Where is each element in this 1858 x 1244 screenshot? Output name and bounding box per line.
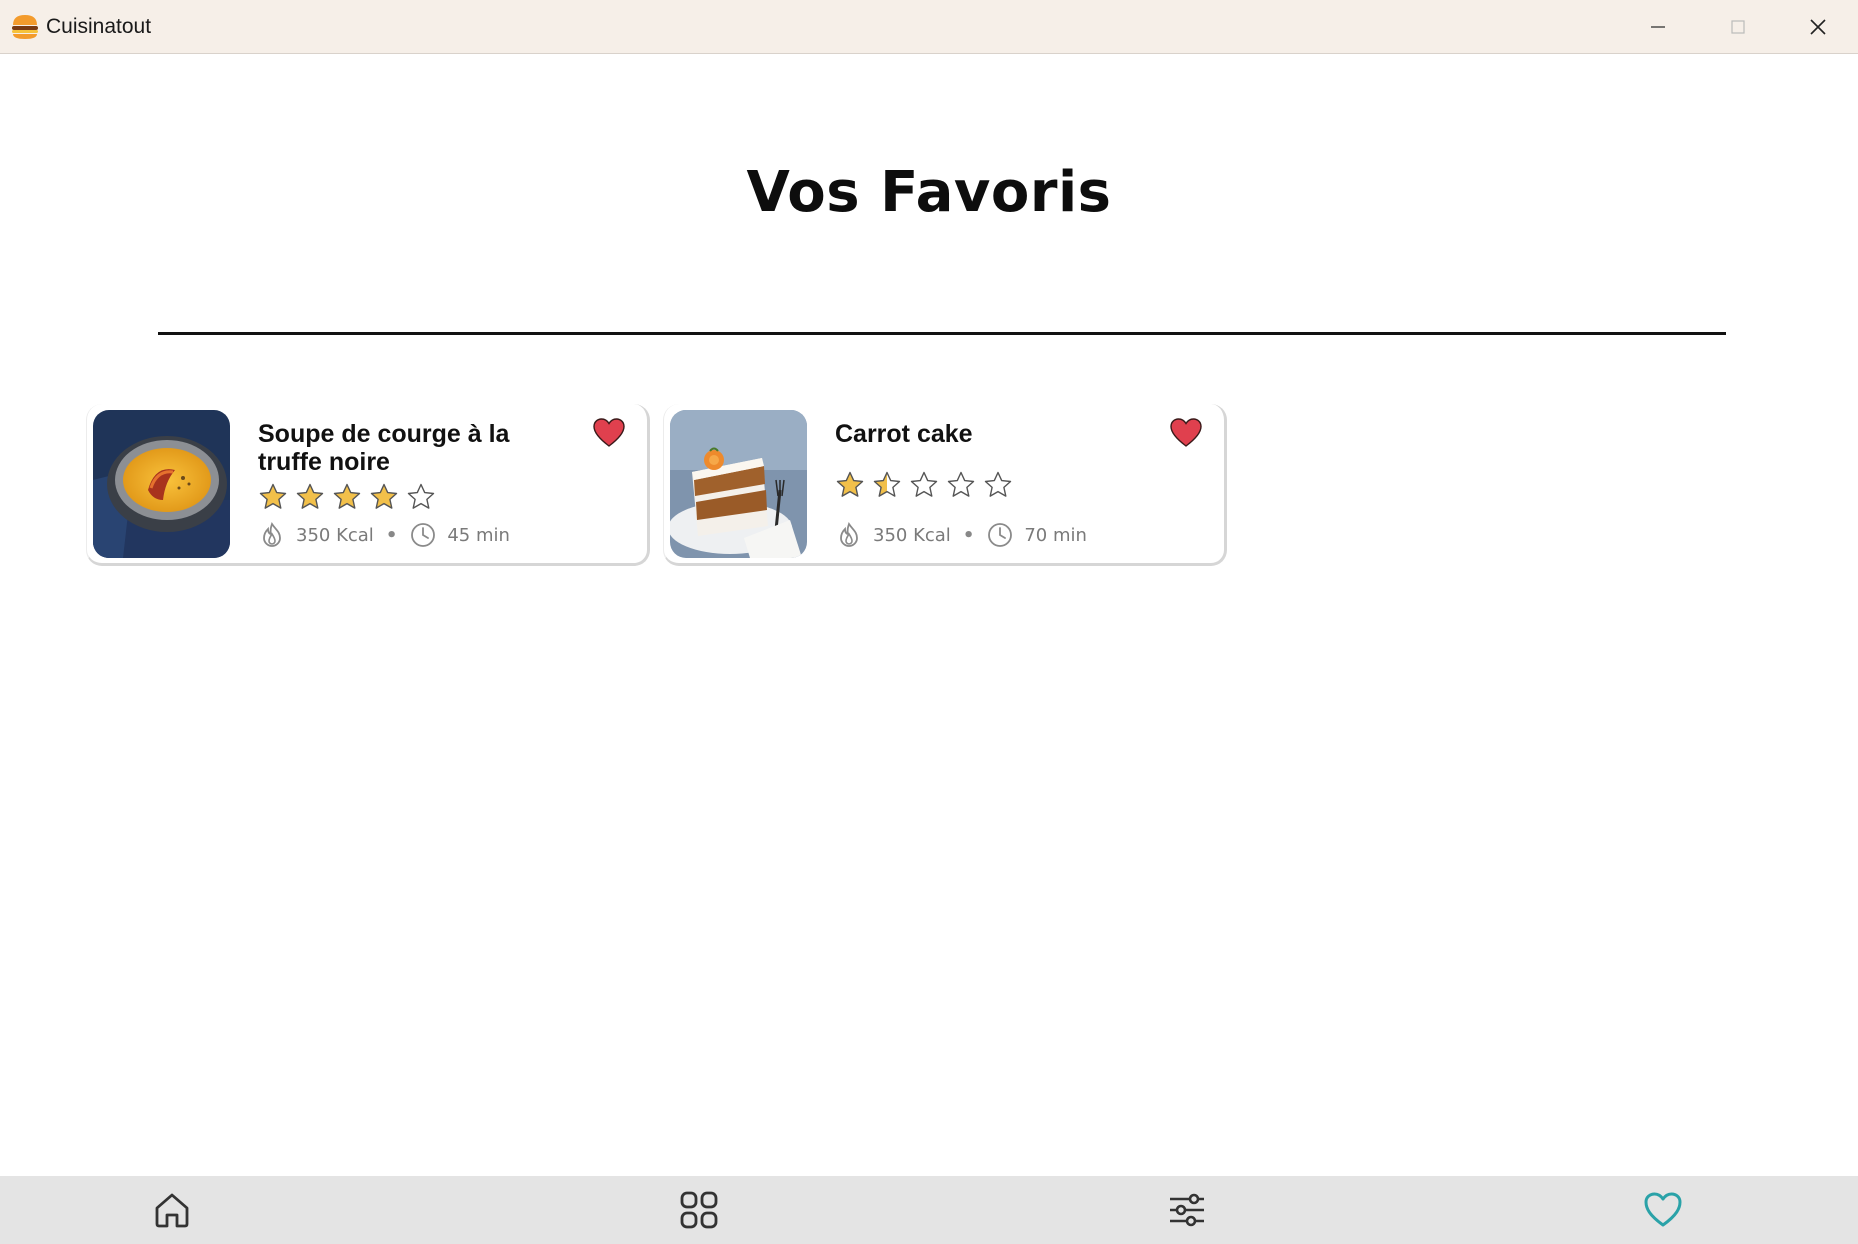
title-bar: Cuisinatout <box>0 0 1858 54</box>
meta-separator: • <box>962 524 975 546</box>
clock-icon <box>409 521 437 549</box>
star-half-icon <box>873 471 901 497</box>
rating-stars <box>835 470 1013 500</box>
star-filled-icon <box>259 483 287 509</box>
close-icon[interactable] <box>1778 0 1858 54</box>
divider <box>158 332 1726 335</box>
app-title: Cuisinatout <box>46 14 152 38</box>
recipe-meta: 350 Kcal • 45 min <box>258 521 510 549</box>
favorite-heart-icon[interactable] <box>593 418 625 448</box>
star-filled-icon <box>370 483 398 509</box>
burger-icon <box>10 12 40 42</box>
duration-value: 70 min <box>1024 524 1087 546</box>
recipe-photo <box>670 410 807 558</box>
recipe-card[interactable]: Soupe de courge à la truffe noire 350 Kc… <box>86 404 650 566</box>
star-filled-icon <box>333 483 361 509</box>
calories-icon <box>258 521 286 549</box>
minimize-icon[interactable] <box>1618 0 1698 54</box>
star-empty-icon <box>407 483 435 509</box>
star-empty-icon <box>910 471 938 497</box>
recipe-photo <box>93 410 230 558</box>
recipe-meta: 350 Kcal • 70 min <box>835 521 1087 549</box>
window-controls <box>1618 0 1858 54</box>
home-icon[interactable] <box>149 1188 195 1232</box>
calories-value: 350 Kcal <box>873 524 951 546</box>
grid-icon[interactable] <box>676 1188 722 1232</box>
calories-icon <box>835 521 863 549</box>
recipe-card[interactable]: Carrot cake 350 Kcal • 70 min <box>663 404 1227 566</box>
star-empty-icon <box>947 471 975 497</box>
heart-outline-icon[interactable] <box>1640 1188 1686 1232</box>
filters-icon[interactable] <box>1164 1188 1210 1232</box>
duration-value: 45 min <box>447 524 510 546</box>
page-title: Vos Favoris <box>746 160 1112 225</box>
star-filled-icon <box>296 483 324 509</box>
clock-icon <box>986 521 1014 549</box>
star-filled-icon <box>836 471 864 497</box>
meta-separator: • <box>385 524 398 546</box>
calories-value: 350 Kcal <box>296 524 374 546</box>
recipe-title[interactable]: Carrot cake <box>835 420 1135 448</box>
bottom-nav <box>0 1176 1858 1244</box>
recipe-title[interactable]: Soupe de courge à la truffe noire <box>258 420 558 476</box>
maximize-icon[interactable] <box>1698 0 1778 54</box>
star-empty-icon <box>984 471 1012 497</box>
favorite-heart-icon[interactable] <box>1170 418 1202 448</box>
rating-stars <box>258 482 436 512</box>
